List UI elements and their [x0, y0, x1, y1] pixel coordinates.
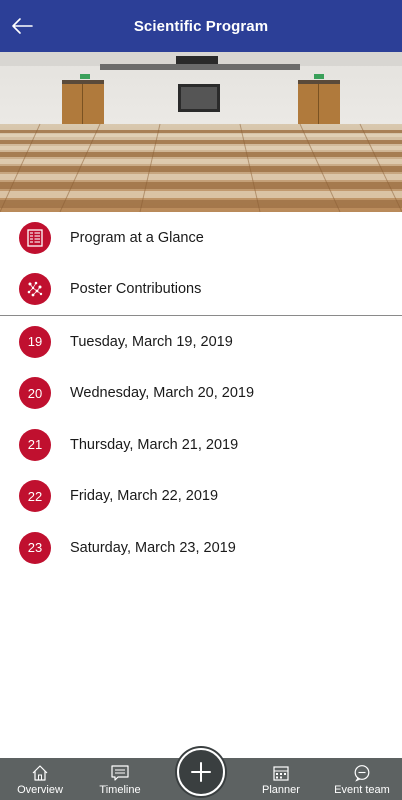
- calendar-icon: [273, 766, 289, 781]
- menu-item-program-at-a-glance[interactable]: Program at a Glance: [0, 212, 402, 264]
- page-title: Scientific Program: [133, 17, 269, 35]
- day-item-19[interactable]: 19 Tuesday, March 19, 2019: [0, 316, 402, 368]
- day-number-badge: 19: [19, 325, 51, 358]
- app-header: Scientific Program: [0, 0, 402, 52]
- tab-label: Timeline: [99, 784, 141, 796]
- menu-item-poster-contributions[interactable]: Poster Contributions: [0, 264, 402, 316]
- poster-network-icon: [19, 273, 51, 306]
- tab-label: Event team: [334, 784, 390, 796]
- day-item-21[interactable]: 21 Thursday, March 21, 2019: [0, 419, 402, 471]
- plus-icon: [191, 762, 211, 782]
- program-list: Program at a Glance Poster Contributions: [0, 212, 402, 574]
- back-arrow-icon: [12, 18, 33, 34]
- day-label: Saturday, March 23, 2019: [70, 539, 236, 556]
- day-number-badge: 21: [19, 428, 51, 461]
- day-label: Wednesday, March 20, 2019: [70, 385, 255, 402]
- tab-label: Overview: [17, 784, 63, 796]
- home-icon: [32, 765, 48, 781]
- day-label: Thursday, March 21, 2019: [70, 436, 239, 453]
- tab-timeline[interactable]: Timeline: [92, 758, 148, 800]
- bottom-tab-bar: Overview Timeline Planner Event team: [0, 748, 402, 800]
- day-item-20[interactable]: 20 Wednesday, March 20, 2019: [0, 368, 402, 420]
- day-number-badge: 23: [19, 531, 51, 564]
- menu-item-label: Poster Contributions: [70, 281, 202, 298]
- schedule-grid-icon: [19, 221, 51, 254]
- day-item-22[interactable]: 22 Friday, March 22, 2019: [0, 471, 402, 523]
- day-number-badge: 20: [19, 377, 51, 410]
- tab-label: Planner: [262, 784, 300, 796]
- add-button[interactable]: [177, 748, 225, 796]
- lecture-hall-image: [0, 52, 402, 212]
- menu-item-label: Program at a Glance: [70, 229, 204, 246]
- day-item-23[interactable]: 23 Saturday, March 23, 2019: [0, 522, 402, 574]
- day-label: Friday, March 22, 2019: [70, 488, 219, 505]
- day-number-badge: 22: [19, 480, 51, 513]
- chat-list-icon: [111, 765, 129, 781]
- tab-overview[interactable]: Overview: [10, 758, 70, 800]
- day-label: Tuesday, March 19, 2019: [70, 333, 233, 350]
- back-button[interactable]: [6, 10, 38, 42]
- tab-event-team[interactable]: Event team: [328, 758, 396, 800]
- chat-bubble-icon: [354, 765, 370, 782]
- tab-planner[interactable]: Planner: [256, 758, 306, 800]
